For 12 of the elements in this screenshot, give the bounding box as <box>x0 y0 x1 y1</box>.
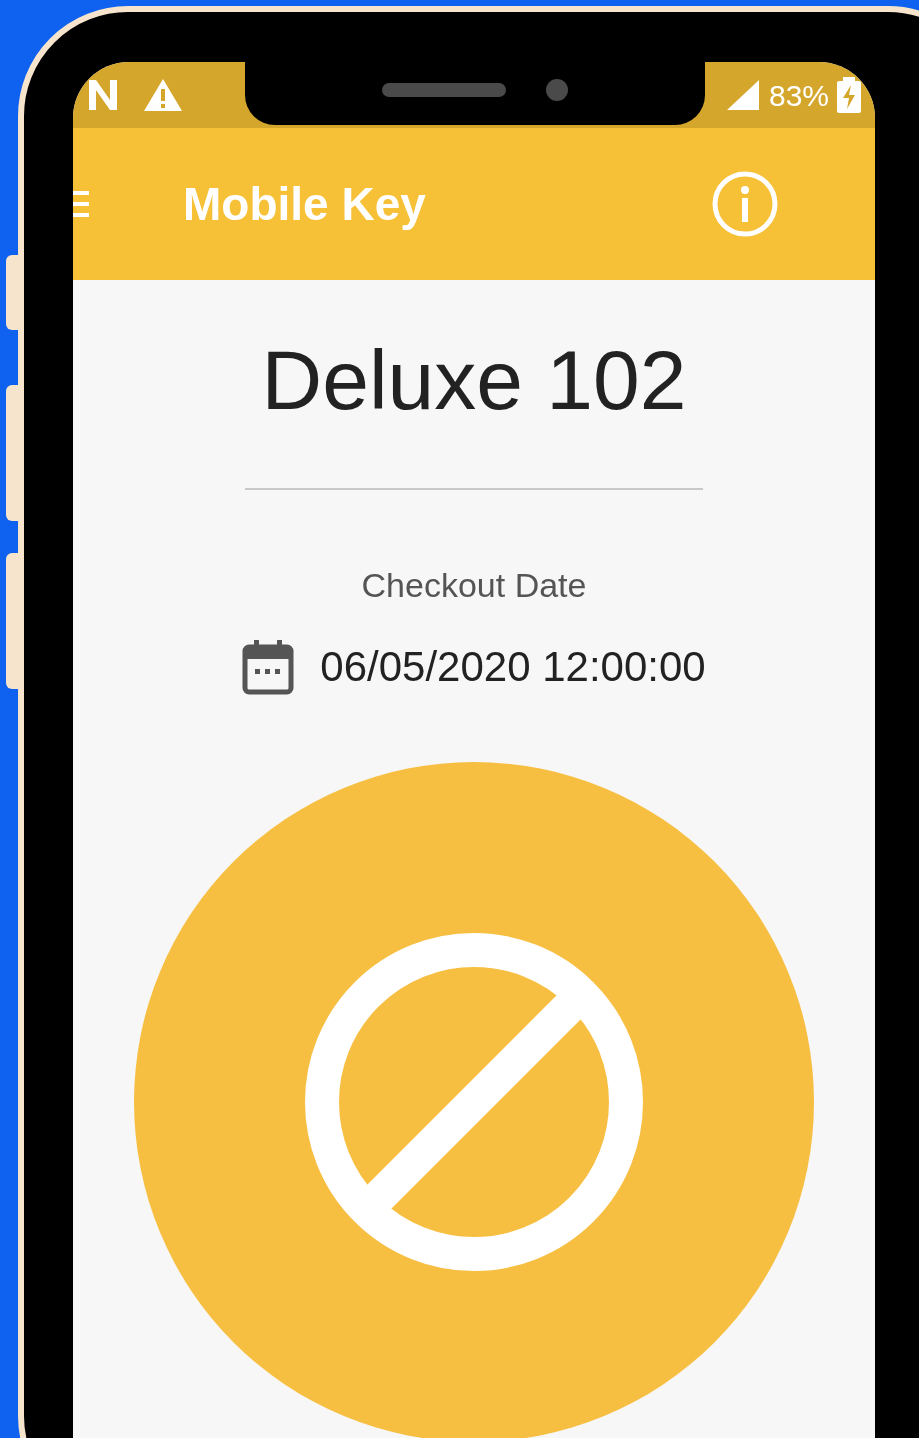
warning-icon <box>143 78 183 112</box>
checkout-label: Checkout Date <box>361 565 587 606</box>
app-title: Mobile Key <box>183 176 426 232</box>
room-name: Deluxe 102 <box>261 338 687 422</box>
battery-charging-icon <box>837 77 861 113</box>
checkout-date: 06/05/2020 12:00:00 <box>320 642 706 692</box>
info-icon[interactable] <box>711 170 779 238</box>
ban-icon <box>304 932 644 1272</box>
calendar-icon <box>242 638 295 695</box>
menu-icon[interactable] <box>73 189 91 219</box>
camera <box>546 78 568 101</box>
battery-percentage: 83% <box>768 77 829 114</box>
